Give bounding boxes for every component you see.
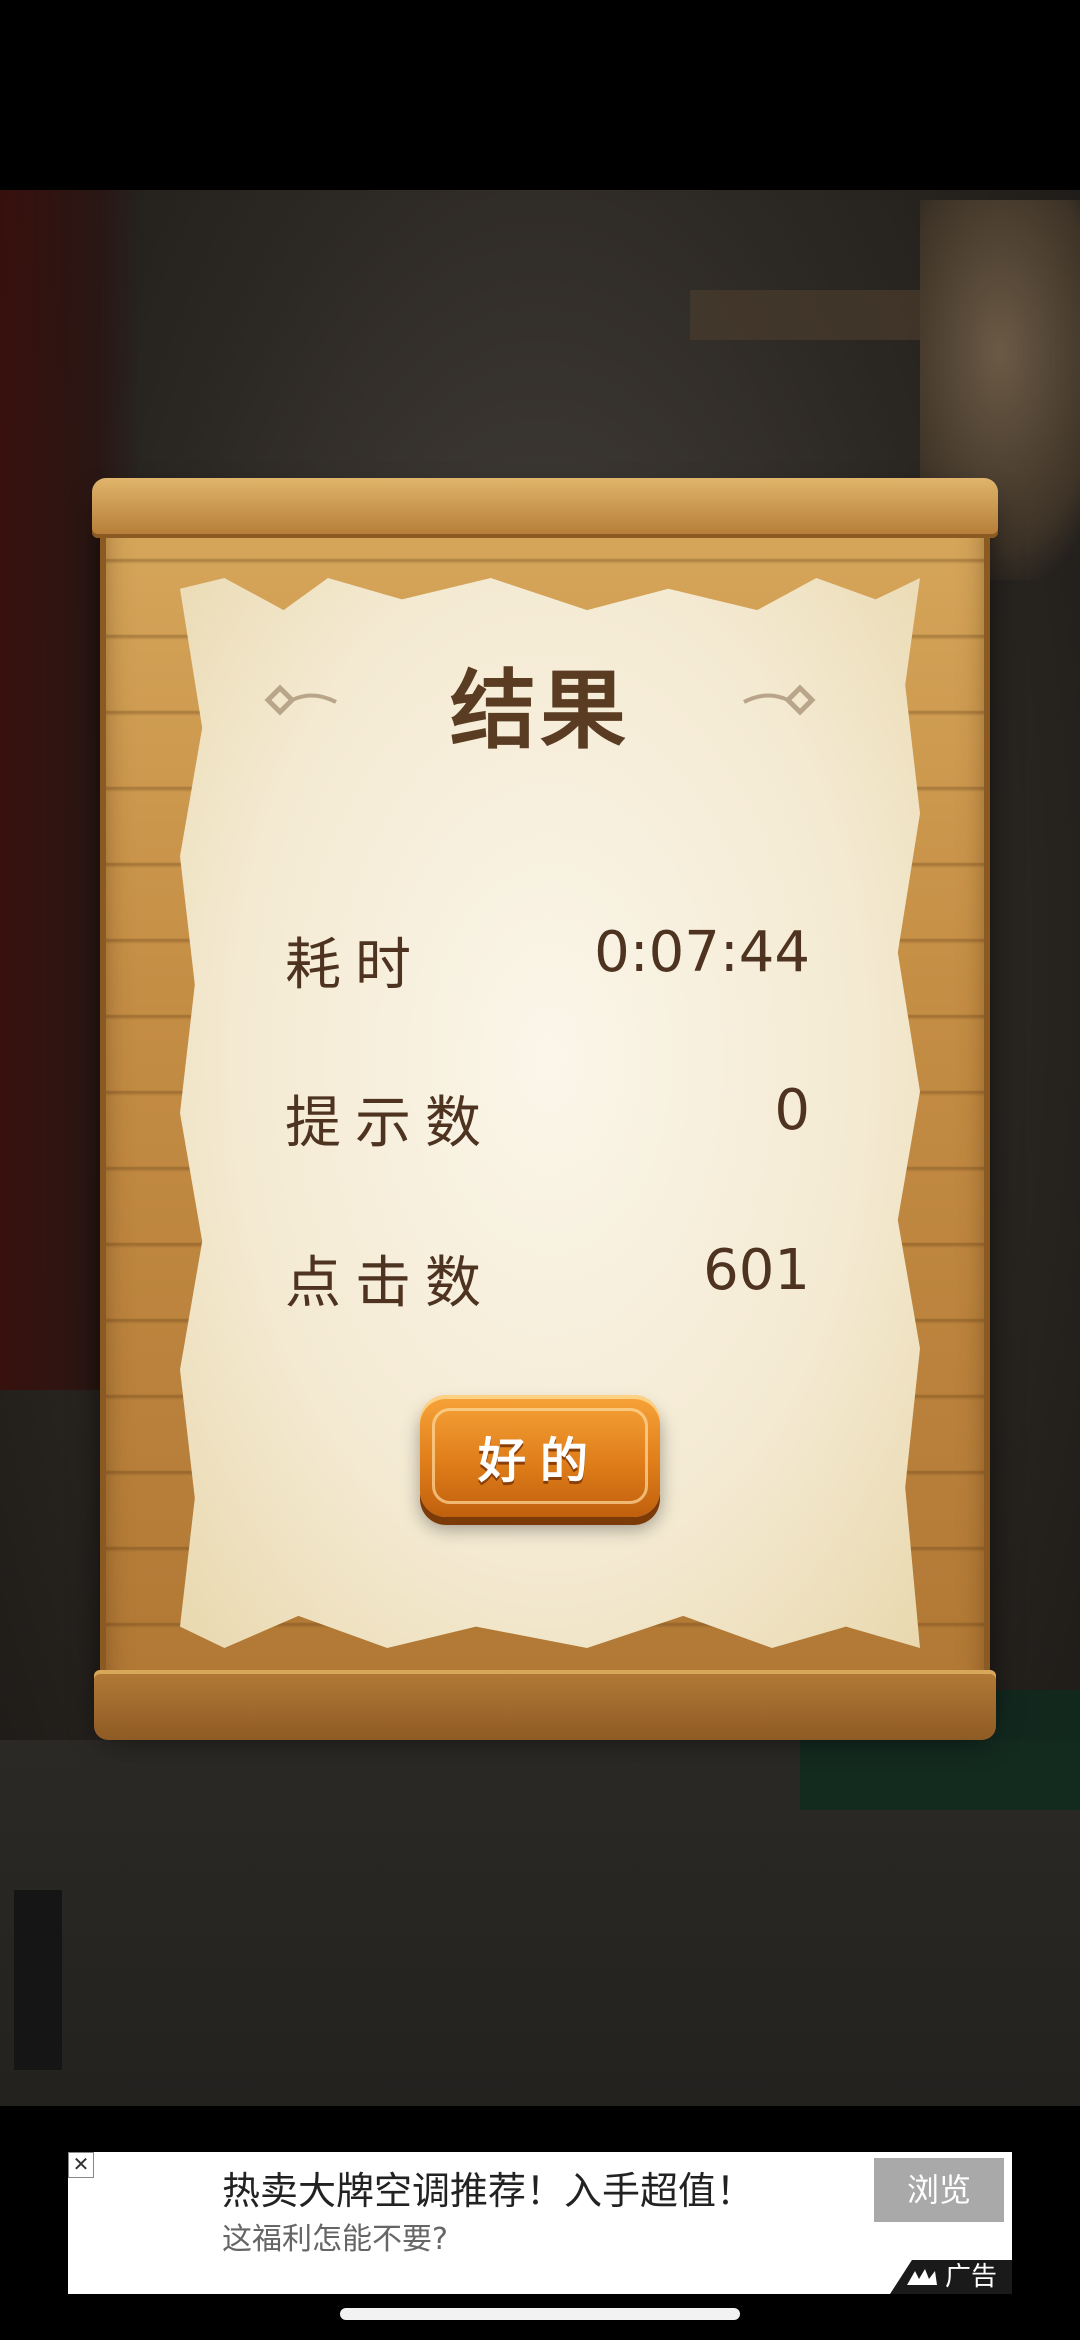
background-shelf [690,290,940,340]
ok-button[interactable]: 好的 [420,1395,660,1517]
ad-title: 热卖大牌空调推荐！入手超值！ [222,2169,755,2213]
stat-value-clicks: 601 [703,1238,810,1303]
background-pole [14,1890,62,2070]
ok-button-label: 好的 [432,1408,648,1504]
status-bar-area [0,0,1080,190]
result-title: 结果 [450,661,630,761]
close-icon[interactable]: ✕ [68,2152,94,2178]
stat-label-clicks: 点击数 [285,1251,495,1316]
home-indicator[interactable] [340,2308,740,2320]
ad-subtitle: 这福利怎能不要? [222,2222,448,2257]
stat-label-time: 耗时 [285,933,425,998]
stat-value-hints: 0 [774,1078,810,1143]
ad-browse-button[interactable]: 浏览 [874,2158,1004,2222]
stat-label-hints: 提示数 [285,1091,495,1156]
game-screen: 结果 耗时 0:07:44 提示数 0 点击数 601 好的 ✕ 热卖大牌空调推… [0,0,1080,2340]
ad-logo-icon [906,2269,937,2285]
stat-value-time: 0:07:44 [594,920,810,985]
ad-tag-label: 广告 [944,2262,997,2292]
